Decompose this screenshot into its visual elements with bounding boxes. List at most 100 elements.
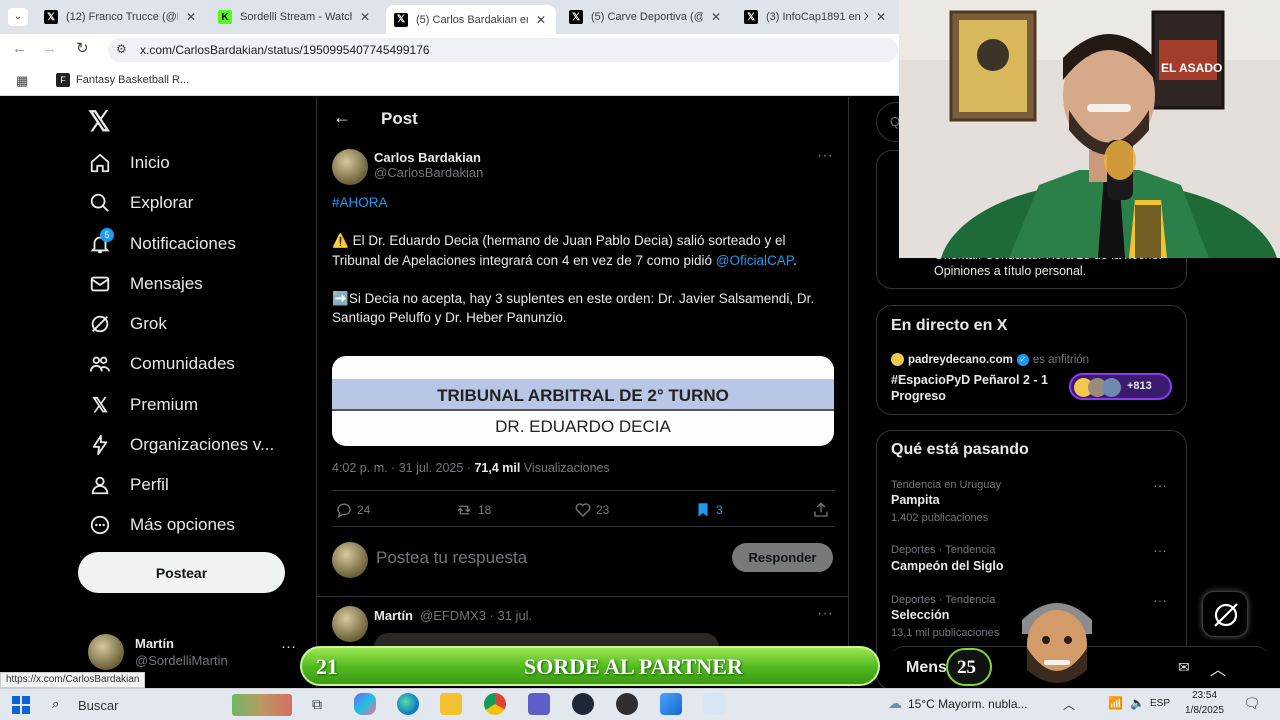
trend-more-icon[interactable]: ··· [1153, 592, 1167, 608]
site-info-icon[interactable]: ⚙ [116, 42, 127, 56]
snipping-tool-icon[interactable] [703, 693, 725, 715]
sidebar-item-mas-opciones[interactable]: Más opciones [88, 513, 235, 537]
grok-floating-button[interactable] [1202, 591, 1248, 637]
tab-list-dropdown[interactable]: ⌄ [8, 8, 28, 26]
sidebar-item-notificaciones[interactable]: 5 Notificaciones [88, 228, 236, 256]
grok-icon [88, 312, 112, 336]
live-card[interactable]: En directo en X padreydecano.com ✓ es an… [876, 305, 1187, 415]
post-meta: 4:02 p. m. · 31 jul. 2025 · 71,4 mil Vis… [332, 461, 610, 475]
reload-icon[interactable]: ↻ [76, 39, 89, 57]
sidebar-item-organizaciones[interactable]: Organizaciones v... [88, 433, 274, 457]
hashtag-link[interactable]: #AHORA [332, 193, 832, 212]
photos-icon[interactable] [660, 693, 682, 715]
people-icon [88, 352, 112, 376]
image-divider [332, 409, 834, 411]
trend-more-icon[interactable]: ··· [1153, 542, 1167, 558]
more-options-icon[interactable]: ··· [817, 605, 833, 623]
browser-tab[interactable]: 𝕏 (3) InfoCap1891 en X: " ✕ [736, 5, 896, 29]
copilot-icon[interactable] [354, 693, 376, 715]
browser-tab-active[interactable]: 𝕏 (5) Carlos Bardakian en ✕ [386, 5, 556, 34]
browser-tab[interactable]: 𝕏 (12) Franco Trucce (@F ✕ [36, 5, 206, 29]
close-tab-icon[interactable]: ✕ [358, 10, 372, 24]
author-avatar[interactable] [332, 149, 368, 185]
chevron-up-icon[interactable]: ︿ [1063, 696, 1075, 713]
listeners-count: +813 [1127, 380, 1152, 392]
more-options-icon[interactable]: ··· [817, 147, 833, 165]
obs-icon[interactable] [616, 693, 638, 715]
reply-input[interactable]: Postea tu respuesta [376, 548, 527, 568]
reply-author-name[interactable]: Martín [374, 608, 413, 623]
trend-name[interactable]: Campeón del Siglo [891, 559, 1004, 573]
reply-button[interactable]: Responder [732, 543, 833, 572]
browser-tab[interactable]: K Sordelli Stream - Watch ✕ [210, 5, 380, 29]
trend-name[interactable]: Selección [891, 608, 949, 622]
post-button[interactable]: Postear [78, 552, 285, 593]
author-name[interactable]: Carlos Bardakian [374, 150, 481, 165]
sidebar-item-explorar[interactable]: Explorar [88, 191, 193, 215]
post-body: #AHORA ⚠️ El Dr. Eduardo Decia (hermano … [332, 193, 832, 327]
clock-date[interactable]: 1/8/2025 [1185, 705, 1224, 716]
steam-icon[interactable] [572, 693, 594, 715]
language-indicator[interactable]: ESP [1150, 698, 1170, 709]
clock-time[interactable]: 23:54 [1192, 690, 1217, 701]
post-timestamp[interactable]: 4:02 p. m. · 31 jul. 2025 · [332, 461, 474, 475]
new-message-icon[interactable]: ✉ [1178, 659, 1190, 676]
chevron-up-icon[interactable]: ︿ [1210, 656, 1226, 680]
back-icon[interactable]: ← [12, 40, 27, 57]
windows-start-icon[interactable] [12, 696, 30, 714]
live-space-title: #EspacioPyD Peñarol 2 - 1 Progreso [891, 373, 1049, 403]
sidebar-item-inicio[interactable]: Inicio [88, 151, 170, 175]
bookmark-item[interactable]: F Fantasy Basketball R... [56, 73, 189, 87]
reply-meta: @EFDMX3 · 31 jul. [420, 608, 533, 623]
webcam-video-image: EL ASADO [899, 0, 1280, 258]
divider [332, 490, 835, 491]
close-tab-icon[interactable]: ✕ [874, 10, 888, 24]
sidebar-item-mensajes[interactable]: Mensajes [88, 272, 203, 296]
taskbar-search[interactable]: ⌕ Buscar [44, 692, 300, 718]
chrome-icon[interactable] [484, 693, 506, 715]
views-count: 71,4 mil [474, 461, 521, 475]
apps-grid-icon[interactable]: ▦ [16, 73, 28, 89]
close-tab-icon[interactable]: ✕ [534, 13, 548, 27]
forward-icon[interactable]: → [42, 40, 57, 57]
host-avatar-icon [891, 353, 904, 366]
task-view-icon[interactable]: ⧉ [312, 696, 322, 713]
mention-link[interactable]: @OficialCAP [716, 253, 793, 268]
live-title: En directo en X [891, 317, 1008, 334]
bookmark-action[interactable]: 3 [694, 501, 723, 519]
trend-more-icon[interactable]: ··· [1153, 477, 1167, 493]
sidebar-item-perfil[interactable]: Perfil [88, 473, 169, 497]
like-action[interactable]: 23 [574, 501, 609, 519]
person-icon [88, 473, 112, 497]
trend-name[interactable]: Pampita [891, 493, 940, 507]
close-tab-icon[interactable]: ✕ [709, 10, 723, 24]
repost-action[interactable]: 18 [454, 501, 491, 519]
notification-center-icon[interactable]: 🗨 [1243, 695, 1261, 712]
teams-icon[interactable] [528, 693, 550, 715]
x-logo-icon: 𝕏 [91, 394, 109, 417]
sidebar-item-comunidades[interactable]: Comunidades [88, 352, 235, 376]
close-tab-icon[interactable]: ✕ [184, 10, 198, 24]
reply-action[interactable]: 24 [335, 501, 370, 519]
more-circle-icon [88, 513, 112, 537]
back-arrow-icon[interactable]: ← [333, 107, 351, 128]
volume-icon[interactable]: 🔈 [1130, 696, 1145, 710]
sidebar-item-grok[interactable]: Grok [88, 312, 167, 336]
search-icon: ⌕ [52, 696, 60, 711]
cartoon-avatar-image [1022, 603, 1092, 683]
edge-icon[interactable] [397, 693, 419, 715]
views-label: Visualizaciones [523, 461, 610, 475]
x-logo-icon[interactable]: 𝕏 [88, 105, 111, 138]
sidebar-item-premium[interactable]: 𝕏 Premium [88, 393, 198, 417]
post-image[interactable]: TRIBUNAL ARBITRAL DE 2° TURNO DR. EDUARD… [332, 356, 834, 446]
account-switcher[interactable]: Martín @SordelliMartin ··· [88, 632, 298, 672]
share-action[interactable] [812, 501, 830, 524]
network-icon[interactable]: 📶 [1108, 696, 1123, 710]
reply-avatar[interactable] [332, 606, 368, 642]
listeners-pill[interactable]: +813 [1069, 373, 1172, 400]
bell-icon: 5 [88, 228, 114, 256]
browser-tab[interactable]: 𝕏 (5) Carve Deportiva (@ ✕ [561, 5, 731, 29]
weather-widget[interactable]: ☁ 15°C Mayorm. nubla... [888, 695, 1028, 712]
author-handle[interactable]: @CarlosBardakian [374, 165, 483, 180]
file-explorer-icon[interactable] [440, 693, 462, 715]
